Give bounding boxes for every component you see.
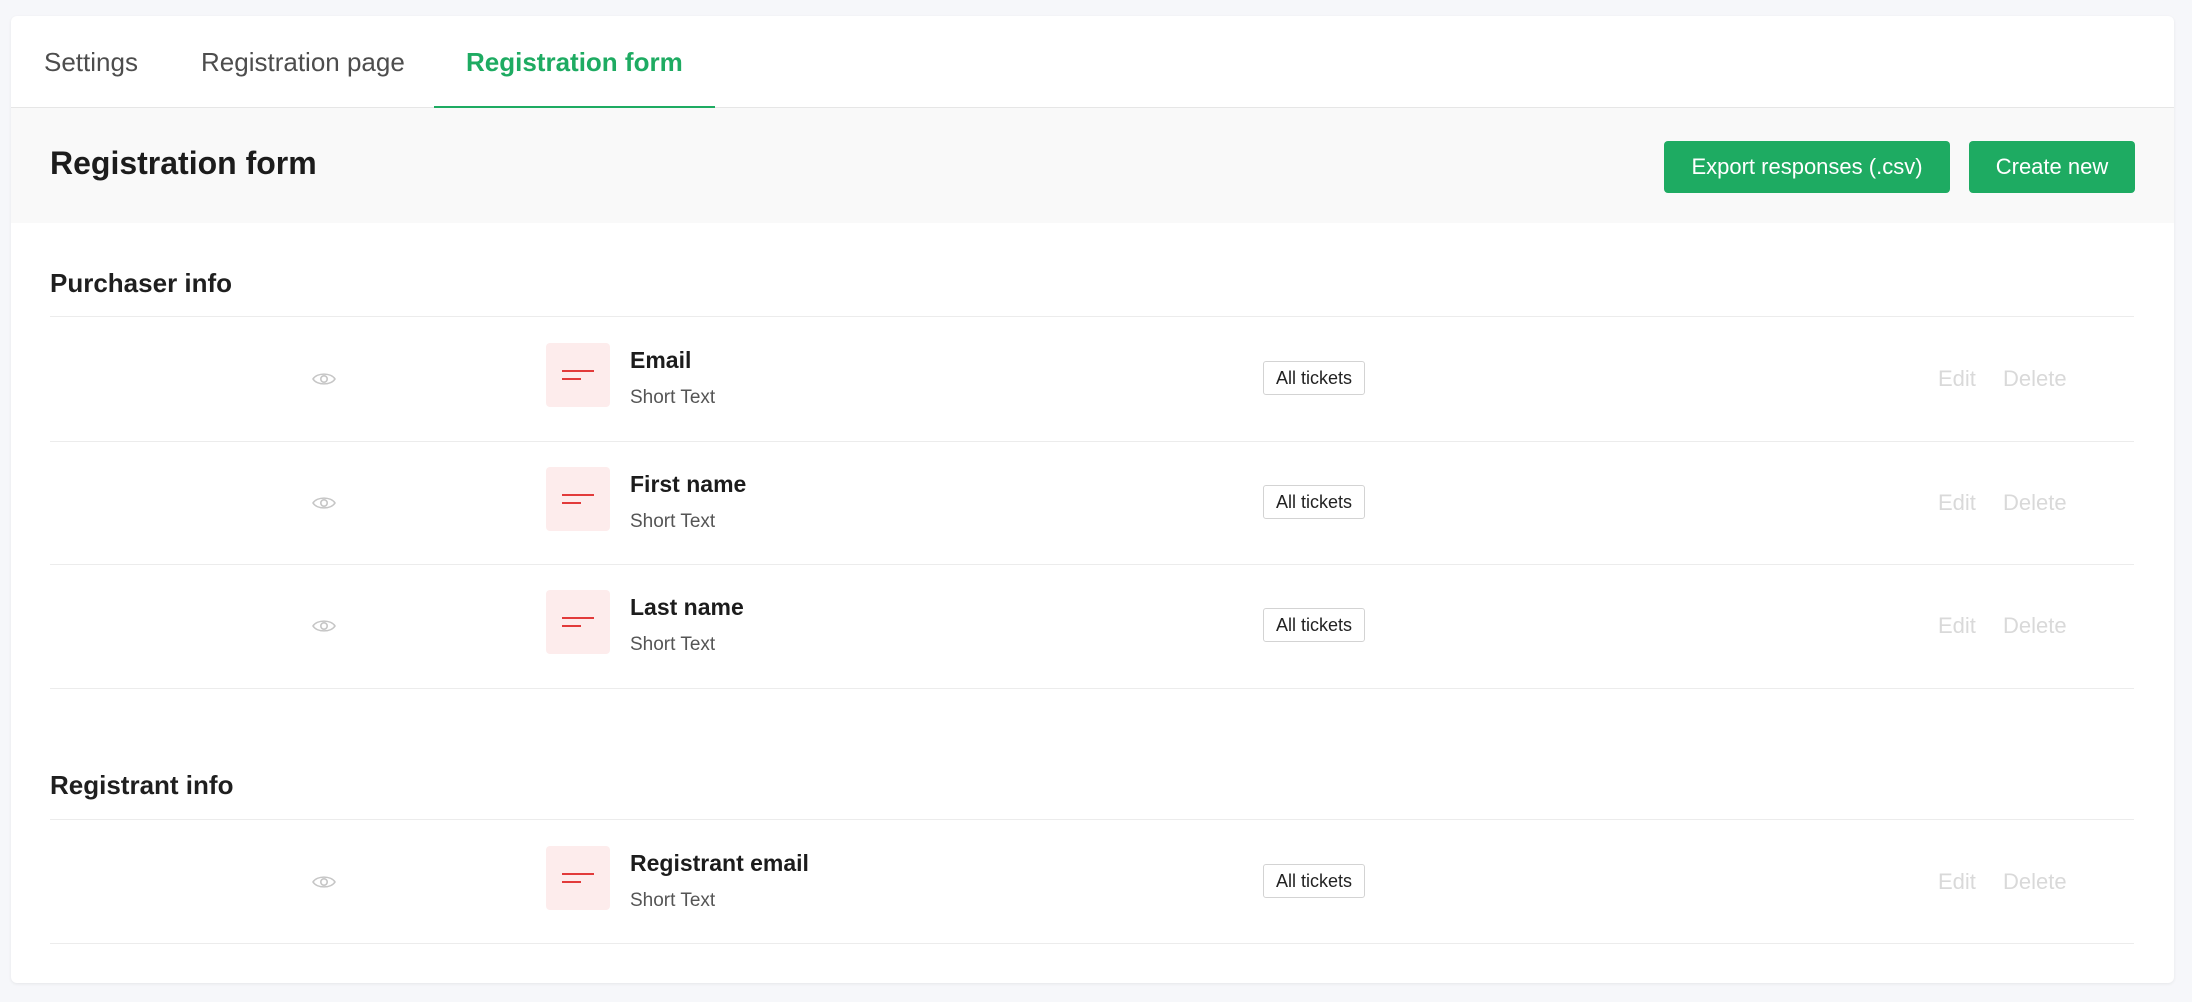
tab-label: Registration form bbox=[466, 46, 683, 77]
page-title: Registration form bbox=[50, 145, 317, 181]
eye-icon[interactable] bbox=[312, 371, 336, 387]
field-type: Short Text bbox=[630, 634, 716, 655]
section-title-registrant-info: Registrant info bbox=[50, 770, 234, 800]
delete-link[interactable]: Delete bbox=[2003, 366, 2067, 392]
create-new-button[interactable]: Create new bbox=[1969, 141, 2135, 193]
tab-label: Settings bbox=[44, 46, 138, 77]
delete-link[interactable]: Delete bbox=[2003, 490, 2067, 516]
tab-registration-page[interactable]: Registration page bbox=[201, 16, 405, 108]
ticket-scope-badge: All tickets bbox=[1263, 864, 1366, 898]
tab-registration-form[interactable]: Registration form bbox=[434, 16, 715, 109]
field-row-first-name: First name Short Text All tickets Edit D… bbox=[50, 441, 2134, 565]
delete-link[interactable]: Delete bbox=[2003, 869, 2067, 895]
eye-icon[interactable] bbox=[312, 618, 336, 634]
field-row-email: Email Short Text All tickets Edit Delete bbox=[50, 317, 2134, 441]
short-text-icon bbox=[546, 467, 610, 531]
ticket-scope-badge: All tickets bbox=[1263, 608, 1366, 642]
section-title-purchaser-info: Purchaser info bbox=[50, 268, 233, 298]
edit-link[interactable]: Edit bbox=[1938, 869, 1976, 895]
export-responses-button[interactable]: Export responses (.csv) bbox=[1664, 141, 1950, 193]
short-text-icon bbox=[546, 846, 610, 910]
edit-link[interactable]: Edit bbox=[1938, 366, 1976, 392]
eye-icon[interactable] bbox=[312, 874, 336, 890]
short-text-icon bbox=[546, 590, 610, 654]
edit-link[interactable]: Edit bbox=[1938, 490, 1976, 516]
field-type: Short Text bbox=[630, 387, 716, 408]
tab-bar: Settings Registration page Registration … bbox=[11, 16, 2174, 109]
field-row-registrant-email: Registrant email Short Text All tickets … bbox=[50, 820, 2134, 944]
delete-link[interactable]: Delete bbox=[2003, 613, 2067, 639]
divider bbox=[50, 688, 2134, 689]
ticket-scope-badge: All tickets bbox=[1263, 361, 1366, 395]
field-name: First name bbox=[630, 471, 747, 497]
ticket-scope-badge: All tickets bbox=[1263, 485, 1366, 519]
eye-icon[interactable] bbox=[312, 495, 336, 511]
form-editor-card: Settings Registration page Registration … bbox=[11, 16, 2174, 983]
field-type: Short Text bbox=[630, 511, 716, 532]
field-name: Email bbox=[630, 347, 692, 373]
tab-label: Registration page bbox=[201, 46, 405, 77]
field-type: Short Text bbox=[630, 890, 716, 911]
field-row-last-name: Last name Short Text All tickets Edit De… bbox=[50, 564, 2134, 688]
short-text-icon bbox=[546, 343, 610, 407]
field-name: Registrant email bbox=[630, 850, 809, 876]
divider bbox=[50, 943, 2134, 944]
tab-settings[interactable]: Settings bbox=[44, 16, 138, 108]
edit-link[interactable]: Edit bbox=[1938, 613, 1976, 639]
field-name: Last name bbox=[630, 594, 744, 620]
